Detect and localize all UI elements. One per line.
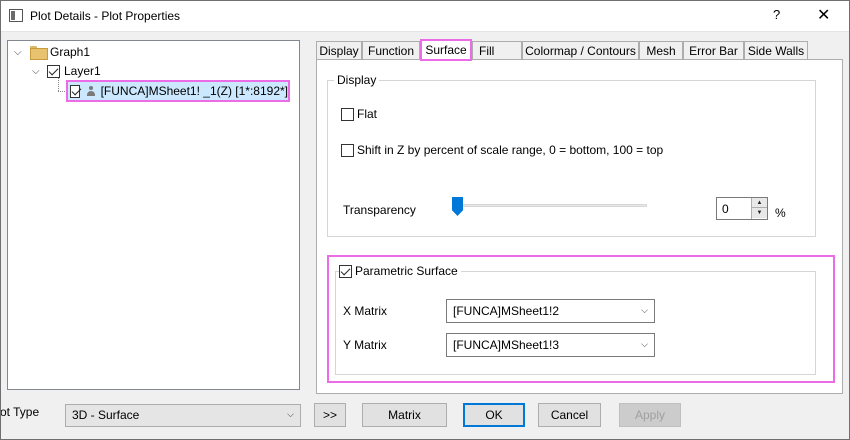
matrix-button[interactable]: Matrix xyxy=(362,403,447,427)
layer-checkbox[interactable] xyxy=(47,64,60,78)
tab-error-bar[interactable]: Error Bar xyxy=(683,41,744,60)
chevron-down-icon: ⌵ xyxy=(641,339,648,349)
tree-graph-label: Graph1 xyxy=(50,45,91,59)
y-matrix-value: [FUNCA]MSheet1!3 xyxy=(453,338,560,352)
app-icon xyxy=(9,9,23,22)
transparency-value[interactable]: 0 xyxy=(722,202,729,216)
spin-up-icon[interactable]: ▲ xyxy=(752,198,767,208)
transparency-label: Transparency xyxy=(343,203,416,217)
y-matrix-select[interactable]: [FUNCA]MSheet1!3 ⌵ xyxy=(446,333,655,357)
x-matrix-label: X Matrix xyxy=(343,304,388,318)
transparency-slider-track[interactable] xyxy=(455,204,647,207)
parametric-label: Parametric Surface xyxy=(355,264,458,278)
tree-layer-label: Layer1 xyxy=(64,64,101,78)
close-button[interactable]: ✕ xyxy=(817,5,830,25)
transparency-unit: % xyxy=(775,206,786,220)
apply-button[interactable]: Apply xyxy=(619,403,681,427)
help-button[interactable]: ? xyxy=(773,7,780,22)
spinner-buttons: ▲ ▼ xyxy=(751,198,767,219)
tab-mesh[interactable]: Mesh xyxy=(639,41,683,60)
tab-colormap-contours[interactable]: Colormap / Contours xyxy=(522,41,639,60)
transparency-spinner[interactable]: 0 ▲ ▼ xyxy=(716,197,768,220)
flat-checkbox[interactable] xyxy=(341,107,354,121)
ok-button[interactable]: OK xyxy=(463,403,525,427)
chevron-down-icon: ⌵ xyxy=(287,409,294,419)
tree-row-layer[interactable]: ⌵ Layer1 xyxy=(32,62,101,80)
tree-row-plot[interactable]: [FUNCA]MSheet1! _1(Z) [1*:8192*] xyxy=(66,80,290,102)
parametric-option[interactable]: Parametric Surface xyxy=(339,264,461,278)
y-matrix-label: Y Matrix xyxy=(343,338,387,352)
window-title: Plot Details - Plot Properties xyxy=(30,9,181,23)
chevron-down-icon[interactable]: ⌵ xyxy=(14,47,24,58)
plot-type-label: ot Type xyxy=(0,405,40,419)
display-group-label: Display xyxy=(334,73,380,87)
shift-checkbox[interactable] xyxy=(341,143,354,157)
tab-display[interactable]: Display xyxy=(316,41,362,60)
plot-icon xyxy=(86,86,96,96)
plot-checkbox[interactable] xyxy=(70,84,81,98)
tab-function[interactable]: Function xyxy=(362,41,420,60)
shift-option[interactable]: Shift in Z by percent of scale range, 0 … xyxy=(341,143,663,157)
tab-side-walls[interactable]: Side Walls xyxy=(744,41,808,60)
x-matrix-value: [FUNCA]MSheet1!2 xyxy=(453,304,560,318)
parametric-group xyxy=(335,271,816,375)
tree-connector xyxy=(58,78,59,91)
cancel-button[interactable]: Cancel xyxy=(538,403,601,427)
flat-label: Flat xyxy=(357,107,378,121)
chevron-down-icon[interactable]: ⌵ xyxy=(32,66,42,77)
plot-type-value: 3D - Surface xyxy=(72,408,140,422)
shift-label: Shift in Z by percent of scale range, 0 … xyxy=(357,143,664,157)
expand-button[interactable]: >> xyxy=(314,403,346,427)
x-matrix-select[interactable]: [FUNCA]MSheet1!2 ⌵ xyxy=(446,299,655,323)
parametric-checkbox[interactable] xyxy=(339,264,352,278)
plot-type-select[interactable]: 3D - Surface ⌵ xyxy=(65,404,301,427)
tab-surface[interactable]: Surface xyxy=(420,39,472,61)
folder-icon xyxy=(30,46,48,60)
tree-row-graph[interactable]: ⌵ Graph1 xyxy=(14,43,90,61)
chevron-down-icon: ⌵ xyxy=(641,305,648,315)
spin-down-icon[interactable]: ▼ xyxy=(752,208,767,218)
tree-plot-label: [FUNCA]MSheet1! _1(Z) [1*:8192*] xyxy=(100,84,288,98)
flat-option[interactable]: Flat xyxy=(341,107,377,121)
tab-fill[interactable]: Fill xyxy=(472,41,522,60)
